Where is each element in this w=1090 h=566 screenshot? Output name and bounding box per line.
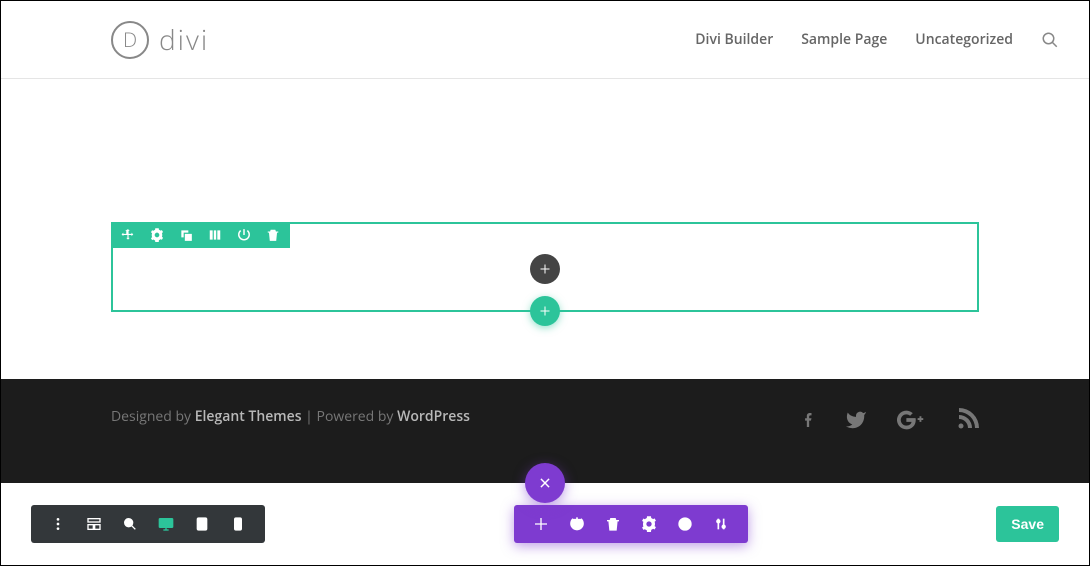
footer-powered-prefix: Powered by — [317, 407, 398, 426]
facebook-icon[interactable] — [801, 407, 815, 438]
close-builder-button[interactable] — [525, 463, 565, 503]
menu-dots-icon[interactable] — [41, 513, 75, 535]
duplicate-icon[interactable] — [177, 228, 195, 242]
save-button[interactable]: Save — [996, 506, 1059, 542]
history-icon[interactable] — [668, 513, 702, 535]
footer-company-link[interactable]: Elegant Themes — [195, 407, 302, 426]
logo-text: divi — [159, 21, 209, 59]
rss-icon[interactable] — [955, 408, 979, 437]
view-controls — [31, 505, 265, 543]
builder-section[interactable] — [111, 222, 979, 312]
search-icon[interactable] — [1041, 31, 1059, 49]
logo[interactable]: D divi — [111, 21, 209, 59]
logo-mark: D — [111, 21, 149, 59]
page-trash-icon[interactable] — [596, 513, 630, 535]
footer-separator: | — [302, 407, 317, 426]
footer-prefix: Designed by — [111, 407, 195, 426]
nav-item-uncategorized[interactable]: Uncategorized — [915, 30, 1013, 49]
add-icon[interactable] — [524, 513, 558, 535]
desktop-icon[interactable] — [149, 513, 183, 535]
googleplus-icon[interactable] — [897, 410, 927, 435]
zoom-icon[interactable] — [113, 513, 147, 535]
page-power-icon[interactable] — [560, 513, 594, 535]
add-module-button[interactable] — [530, 254, 560, 284]
save-controls: Save — [996, 506, 1059, 542]
wireframe-icon[interactable] — [77, 513, 111, 535]
power-icon[interactable] — [235, 228, 253, 242]
builder-canvas — [1, 79, 1089, 379]
footer-credit: Designed by Elegant Themes | Powered by … — [111, 407, 470, 426]
nav-item-builder[interactable]: Divi Builder — [695, 30, 773, 49]
nav-item-sample[interactable]: Sample Page — [801, 30, 887, 49]
columns-icon[interactable] — [206, 228, 224, 242]
page-controls — [514, 505, 748, 543]
twitter-icon[interactable] — [843, 409, 869, 436]
sliders-icon[interactable] — [704, 513, 738, 535]
move-icon[interactable] — [119, 228, 137, 242]
page-gear-icon[interactable] — [632, 513, 666, 535]
gear-icon[interactable] — [148, 228, 166, 242]
primary-nav: Divi Builder Sample Page Uncategorized — [695, 30, 1059, 49]
trash-icon[interactable] — [264, 228, 282, 242]
social-links — [801, 407, 979, 438]
add-row-button[interactable] — [530, 296, 560, 326]
section-toolbar — [111, 222, 290, 248]
site-header: D divi Divi Builder Sample Page Uncatego… — [1, 1, 1089, 79]
footer-platform-link[interactable]: WordPress — [397, 407, 470, 426]
phone-icon[interactable] — [221, 513, 255, 535]
tablet-icon[interactable] — [185, 513, 219, 535]
